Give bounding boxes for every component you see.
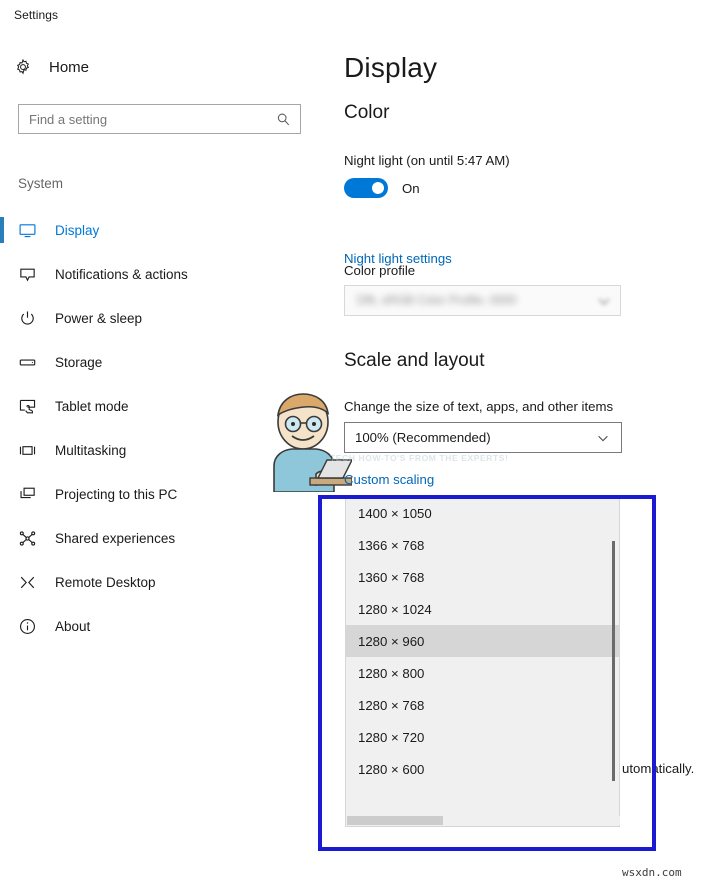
tablet-touch-icon [18, 397, 37, 416]
custom-scaling-link[interactable]: Custom scaling [344, 472, 434, 487]
search-input[interactable] [19, 105, 276, 133]
sidebar-home-label: Home [49, 58, 90, 76]
sidebar-item-tablet-mode[interactable]: Tablet mode [0, 384, 318, 428]
list-item[interactable]: 1280 × 768 [346, 689, 619, 721]
toggle-knob [372, 182, 384, 194]
sidebar-item-projecting-to-this-pc[interactable]: Projecting to this PC [0, 472, 318, 516]
list-item[interactable]: 1360 × 768 [346, 561, 619, 593]
sidebar-item-home[interactable]: Home [14, 58, 89, 76]
sidebar-item-power-sleep[interactable]: Power & sleep [0, 296, 318, 340]
search-icon [276, 112, 291, 127]
resolution-options: 1400 × 1050 1366 × 768 1360 × 768 1280 ×… [346, 497, 619, 826]
color-profile-value: Dflt, sRGB Color Profile, 0000 [357, 293, 517, 307]
vertical-scrollbar-thumb[interactable] [612, 541, 615, 781]
sidebar-item-display[interactable]: Display [0, 208, 318, 252]
sidebar-item-label: Remote Desktop [55, 574, 156, 590]
monitor-icon [18, 221, 37, 240]
chevron-down-icon [596, 431, 610, 445]
list-item[interactable]: 1400 × 1050 [346, 497, 619, 529]
list-item[interactable]: 1280 × 1024 [346, 593, 619, 625]
sidebar-item-label: About [55, 618, 91, 634]
sidebar-item-label: Multitasking [55, 442, 127, 458]
sidebar-item-label: Tablet mode [55, 398, 129, 414]
gear-icon [14, 58, 32, 76]
sidebar-item-label: Projecting to this PC [55, 486, 178, 502]
sidebar-item-label: Shared experiences [55, 530, 176, 546]
vertical-scrollbar[interactable] [612, 541, 615, 781]
search-box[interactable] [18, 104, 301, 134]
window-title: Settings [14, 8, 59, 22]
list-item[interactable]: 1280 × 800 [346, 657, 619, 689]
sidebar-item-remote-desktop[interactable]: Remote Desktop [0, 560, 318, 604]
settings-window: Settings Home System [0, 0, 708, 885]
list-item[interactable]: 1280 × 720 [346, 721, 619, 753]
resolution-listbox[interactable]: 1400 × 1050 1366 × 768 1360 × 768 1280 ×… [345, 496, 620, 827]
sidebar: Home System Display [0, 30, 318, 885]
drive-icon [18, 353, 37, 372]
sidebar-item-multitasking[interactable]: Multitasking [0, 428, 318, 472]
horizontal-scrollbar[interactable] [347, 816, 620, 825]
night-light-toggle-row[interactable]: On [344, 178, 420, 198]
sidebar-nav-list: Display Notifications & actions Power & … [0, 208, 318, 648]
sidebar-item-about[interactable]: About [0, 604, 318, 648]
sidebar-item-notifications-actions[interactable]: Notifications & actions [0, 252, 318, 296]
list-item[interactable]: 1280 × 600 [346, 753, 619, 785]
scale-dropdown[interactable]: 100% (Recommended) [344, 422, 622, 453]
speech-bubble-icon [18, 265, 37, 284]
page-title: Display [344, 52, 438, 83]
sidebar-item-storage[interactable]: Storage [0, 340, 318, 384]
sidebar-item-shared-experiences[interactable]: Shared experiences [0, 516, 318, 560]
remote-desktop-icon [18, 573, 37, 592]
windows-panes-icon [18, 441, 37, 460]
occluded-body-text: utomatically. [622, 761, 695, 776]
sidebar-item-label: Power & sleep [55, 310, 143, 326]
list-item[interactable]: 1366 × 768 [346, 529, 619, 561]
scale-section-title: Scale and layout [344, 350, 485, 371]
sidebar-item-label: Notifications & actions [55, 266, 188, 282]
project-screen-icon [18, 485, 37, 504]
sidebar-item-label: Display [55, 222, 100, 238]
title-bar: Settings [0, 0, 708, 30]
color-profile-dropdown[interactable]: Dflt, sRGB Color Profile, 0000 [344, 285, 621, 316]
power-icon [18, 309, 37, 328]
night-light-toggle[interactable] [344, 178, 388, 198]
chevron-down-icon [594, 291, 614, 311]
share-nodes-icon [18, 529, 37, 548]
color-profile-label: Color profile [344, 263, 416, 278]
sidebar-item-label: Storage [55, 354, 103, 370]
info-icon [18, 617, 37, 636]
list-item-selected[interactable]: 1280 × 960 [346, 625, 619, 657]
sidebar-section-header: System [18, 176, 64, 191]
color-section-title: Color [344, 102, 390, 123]
toggle-state-label: On [402, 180, 420, 196]
horizontal-scrollbar-thumb[interactable] [347, 816, 443, 825]
night-light-label: Night light (on until 5:47 AM) [344, 153, 510, 168]
scale-selected-value: 100% (Recommended) [355, 430, 491, 445]
site-watermark: wsxdn.com [622, 866, 682, 879]
scale-description: Change the size of text, apps, and other… [344, 399, 614, 414]
